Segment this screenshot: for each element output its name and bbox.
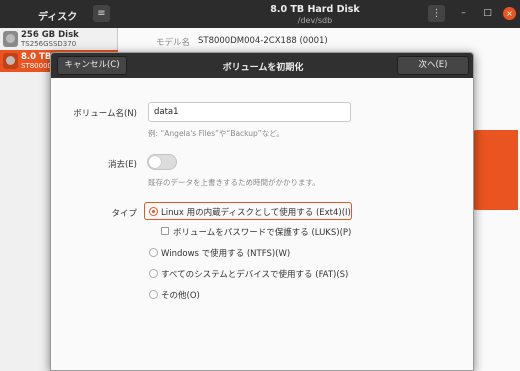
option-other-label[interactable]: その他(O) [161,289,200,301]
type-label: タイプ [111,209,137,219]
hamburger-menu-button[interactable]: ≡ [93,5,110,22]
window-subtitle: /dev/sdb [297,16,333,25]
erase-label: 消去(E) [107,160,137,170]
volume-name-hint: 例: “Angela's Files”や“Backup”など。 [148,129,284,138]
dialog-body: ボリューム名(N) data1 例: “Angela's Files”や“Bac… [51,78,473,370]
sidebar-item-disk-256gb[interactable]: 256 GB Disk TS256GSSD370 [0,28,118,50]
erase-hint: 既存のデータを上書きするため時間がかかります。 [148,178,320,187]
volume-name-label: ボリューム名(N) [73,109,137,119]
radio-ext4[interactable] [149,207,158,216]
kebab-icon: ⋮ [431,8,442,19]
dialog-header: ボリュームを初期化 キャンセル(C) 次へ(E) [51,53,473,78]
next-button[interactable]: 次へ(E) [397,56,469,75]
disk-model: ST8000D [21,62,53,70]
checkbox-luks[interactable] [161,227,169,235]
close-button[interactable]: × [503,7,516,20]
radio-fat[interactable] [149,269,158,278]
volume-name-input[interactable]: data1 [148,102,351,122]
minimize-icon: – [461,8,466,18]
hard-disk-icon [3,31,18,47]
option-ext4-label[interactable]: Linux 用の内蔵ディスクとして使用する (Ext4)(I) [161,206,351,218]
erase-toggle[interactable] [147,154,177,170]
window-title: 8.0 TB Hard Disk [270,4,360,15]
close-icon: × [506,9,513,18]
radio-ntfs[interactable] [149,248,158,257]
radio-other[interactable] [149,290,158,299]
app-title: ディスク [38,12,78,23]
toggle-knob [149,156,161,168]
partition-bar[interactable] [473,130,518,210]
model-label: モデル名 [156,38,191,48]
option-luks-label[interactable]: ボリュームをパスワードで保護する (LUKS)(P) [173,226,351,238]
format-volume-dialog: ボリュームを初期化 キャンセル(C) 次へ(E) ボリューム名(N) data1… [50,52,474,371]
cancel-button[interactable]: キャンセル(C) [57,56,127,75]
disk-name: 256 GB Disk [21,30,79,40]
minimize-button[interactable]: – [457,7,470,20]
window-title-area: 8.0 TB Hard Disk /dev/sdb [250,4,380,25]
maximize-icon: □ [483,8,492,18]
disk-model: TS256GSSD370 [21,40,77,48]
maximize-button[interactable]: □ [481,7,494,20]
option-ntfs-label[interactable]: Windows で使用する (NTFS)(W) [161,247,290,259]
kebab-menu-button[interactable]: ⋮ [428,5,445,22]
hard-disk-icon [3,53,18,69]
option-fat-label[interactable]: すべてのシステムとデバイスで使用する (FAT)(S) [161,268,348,280]
window-titlebar: ディスク ≡ 8.0 TB Hard Disk /dev/sdb ⋮ – □ × [0,0,520,28]
model-value: ST8000DM004-2CX188 (0001) [198,36,328,46]
hamburger-icon: ≡ [97,8,106,19]
